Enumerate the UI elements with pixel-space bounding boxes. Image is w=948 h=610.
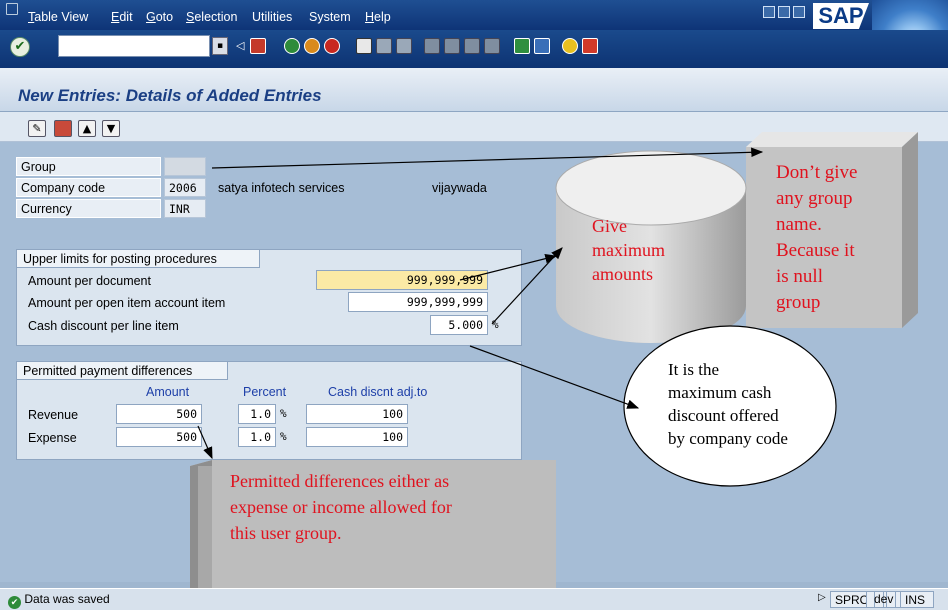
max-cash-arrow <box>469 345 640 409</box>
success-icon: ✔ <box>8 596 21 609</box>
cash-disc-arrow <box>491 247 563 325</box>
max-amounts-text: Give maximum amounts <box>592 216 665 284</box>
amount-doc-arrow <box>459 253 558 281</box>
system-id: dev <box>874 592 894 606</box>
differences-note-text: Permitted differences either as expense … <box>230 471 452 543</box>
cash-discount-note-text: It is the maximum cash discount offered … <box>668 360 788 448</box>
insert-mode[interactable]: INS <box>900 591 934 608</box>
differences-arrow <box>197 425 213 460</box>
status-expand-icon[interactable]: ▷ <box>818 592 826 603</box>
status-message[interactable]: ✔ Data was saved <box>4 591 184 609</box>
group-note-text: Don’t give any group name. Because it is… <box>776 162 858 313</box>
